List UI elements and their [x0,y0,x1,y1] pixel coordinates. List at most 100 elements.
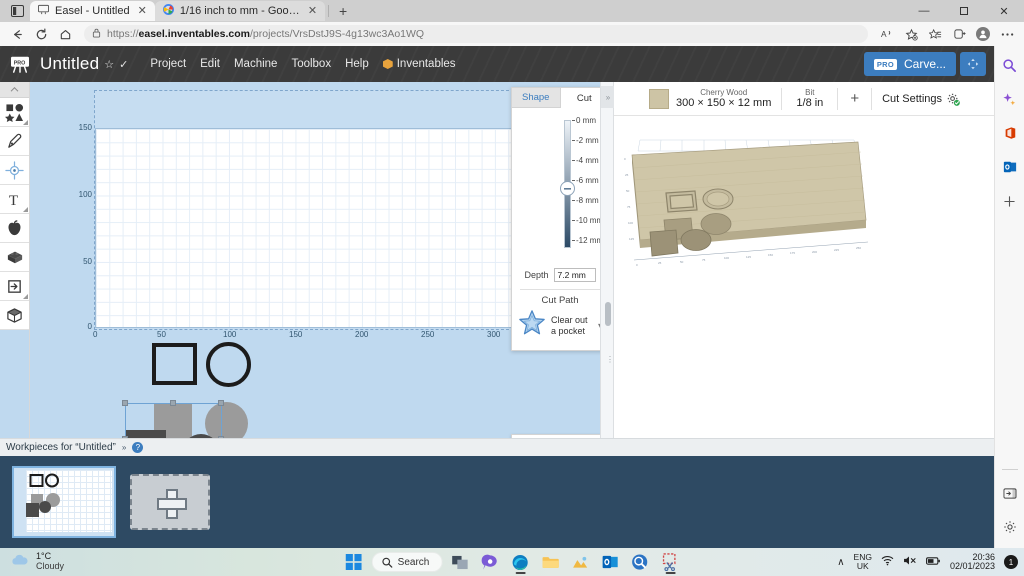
favorite-star-icon[interactable]: ☆ [104,58,114,71]
snipping-tool-button[interactable] [658,550,682,574]
new-tab-button[interactable]: + [332,1,354,21]
svg-text:25: 25 [625,173,629,177]
svg-text:50: 50 [626,189,630,193]
ruler-y-tick: 0 [87,322,92,331]
shape-circle-outline[interactable] [206,342,251,387]
menu-item-inventables[interactable]: Inventables [382,58,456,70]
shape-square-outline[interactable] [152,343,197,385]
profile-icon[interactable] [972,24,994,44]
easel-logo-icon[interactable]: PRO [8,54,32,74]
slider-tick-label: 0 mm [572,116,596,125]
carve-button[interactable]: PRO Carve... [863,52,956,76]
brick-tool-button[interactable] [0,243,29,272]
add-favorite-icon[interactable] [900,24,922,44]
wifi-icon[interactable] [881,555,894,569]
menu-item-project[interactable]: Project [150,58,186,70]
reload-icon[interactable] [30,24,52,44]
chat-button[interactable] [478,550,502,574]
battery-icon[interactable] [926,556,941,569]
language-indicator[interactable]: ENG UK [854,553,872,571]
outlook-button[interactable] [598,550,622,574]
browser-tab-easel[interactable]: Easel - Untitled ✕ [30,1,155,21]
bit-label: Bit [805,88,815,97]
splitter-grip[interactable] [605,302,611,326]
material-chip[interactable]: Cherry Wood 300 × 150 × 12 mm [639,88,781,109]
copilot-icon[interactable] [999,88,1021,110]
minimize-button[interactable]: — [904,0,944,22]
ruler-x-tick: 50 [157,330,166,339]
start-button[interactable] [342,550,366,574]
edge-button[interactable] [508,550,532,574]
menu-item-machine[interactable]: Machine [234,58,277,70]
magnifier-button[interactable] [628,550,652,574]
easel-header: PRO Untitled ☆ ✓ Project Edit Machine To… [0,46,994,82]
collections-icon[interactable] [924,24,946,44]
help-icon[interactable]: ? [132,442,144,453]
system-tray: ∧ ENG UK 20:36 02/01/2023 1 [837,552,1018,572]
sidebar-settings-icon[interactable] [999,516,1021,538]
chevron-down-icon[interactable]: » [122,443,126,452]
tab-shape[interactable]: Shape [512,88,561,108]
ruler-x-tick: 250 [421,330,435,339]
import-tool-button[interactable] [0,272,29,301]
outlook-icon[interactable] [999,156,1021,178]
shapes-tool-button[interactable] [0,98,29,127]
clock-date: 02/01/2023 [949,561,995,571]
threed-tool-button[interactable] [0,301,29,330]
origin-tool-button[interactable] [0,156,29,185]
collapse-rail-button[interactable] [0,82,29,98]
settings-and-more-icon[interactable] [996,24,1018,44]
cut-path-row[interactable]: Clear out a pocket ▾ [512,309,600,350]
cut-settings-button[interactable]: Cut Settings [872,93,969,106]
office-icon[interactable] [999,122,1021,144]
maximize-button[interactable] [944,0,984,22]
tab-close-icon[interactable]: ✕ [136,5,149,17]
tab-close-icon[interactable]: ✕ [306,5,319,17]
clock[interactable]: 20:36 02/01/2023 [949,552,995,572]
menu-item-edit[interactable]: Edit [200,58,220,70]
menu-item-help[interactable]: Help [345,58,369,70]
inventables-label: Inventables [396,58,456,70]
browser-essentials-icon[interactable] [948,24,970,44]
workpiece-thumbnail[interactable] [12,466,116,538]
file-explorer-button[interactable] [538,550,562,574]
sidebar-divider [1001,469,1018,470]
pen-tool-button[interactable] [0,127,29,156]
search-icon[interactable] [999,54,1021,76]
expand-sidebar-icon[interactable] [999,482,1021,504]
volume-muted-icon[interactable] [903,555,917,569]
material-surface[interactable] [95,128,515,328]
url-text: https://easel.inventables.com/projects/V… [107,28,425,40]
add-workpiece-button[interactable] [130,474,210,530]
tray-overflow-icon[interactable]: ∧ [837,557,844,568]
browser-tab-google-search[interactable]: 1/16 inch to mm - Google Search ✕ [154,1,326,21]
depth-slider[interactable]: 0 mm -2 mm -4 mm -6 mm -8 mm -10 mm -12 … [512,114,600,264]
close-window-button[interactable]: ✕ [984,0,1024,22]
text-tool-button[interactable]: T [0,185,29,214]
add-bit-button[interactable]: + [838,90,871,107]
read-aloud-icon[interactable]: A [876,24,898,44]
notification-badge[interactable]: 1 [1004,555,1018,569]
resize-handle-ne[interactable] [218,400,224,406]
apps-tool-button[interactable] [0,214,29,243]
bit-chip[interactable]: Bit 1/8 in [782,88,837,109]
splitter-collapse-left-icon[interactable]: » [601,86,615,108]
address-bar[interactable]: https://easel.inventables.com/projects/V… [84,25,868,43]
tab-cut[interactable]: Cut [560,88,600,108]
home-icon[interactable] [54,24,76,44]
svg-text:0: 0 [624,157,626,161]
carve-expand-icon[interactable] [960,52,986,76]
search-taskbar-button[interactable]: Search [371,552,443,572]
depth-input[interactable]: 7.2 mm [553,268,596,282]
photos-button[interactable] [568,550,592,574]
add-tool-icon[interactable] [999,190,1021,212]
resize-handle-n[interactable] [170,400,176,406]
depth-slider-knob[interactable] [560,181,575,196]
weather-widget[interactable]: 1°C Cloudy [0,551,64,572]
task-view-button[interactable] [448,550,472,574]
resize-handle-nw[interactable] [122,400,128,406]
splitter-dots-icon[interactable]: ⋮ [606,356,614,364]
menu-item-toolbox[interactable]: Toolbox [291,58,331,70]
back-icon[interactable] [6,24,28,44]
tab-actions-icon[interactable] [4,1,30,21]
